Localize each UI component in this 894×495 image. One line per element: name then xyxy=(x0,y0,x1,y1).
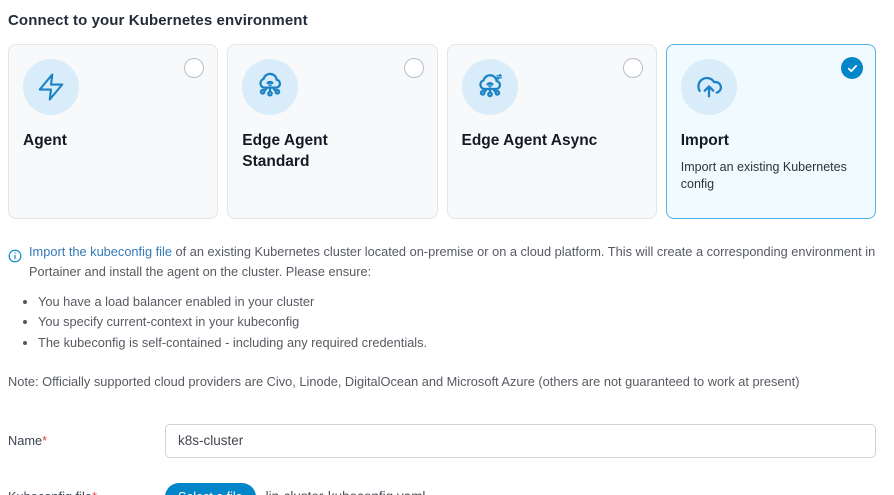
cloud-network-sync-icon xyxy=(462,59,518,115)
kubeconfig-label: Kubeconfig file* xyxy=(8,489,165,495)
list-item: The kubeconfig is self-contained - inclu… xyxy=(38,334,876,353)
info-message: Import the kubeconfig file of an existin… xyxy=(8,242,876,283)
cloud-upload-icon xyxy=(681,59,737,115)
kubeconfig-field-row: Kubeconfig file* Select a file lin-clust… xyxy=(8,483,876,495)
requirements-list: You have a load balancer enabled in your… xyxy=(38,293,876,353)
card-edge-agent-async-label: Edge Agent Async xyxy=(462,131,612,152)
cloud-network-icon xyxy=(242,59,298,115)
page-title: Connect to your Kubernetes environment xyxy=(8,12,876,29)
name-field-row: Name* xyxy=(8,424,876,458)
zap-icon xyxy=(23,59,79,115)
kubeconfig-link[interactable]: Import the kubeconfig file xyxy=(29,244,172,259)
radio-unselected-icon[interactable] xyxy=(184,58,204,78)
radio-unselected-icon[interactable] xyxy=(404,58,424,78)
selected-file-name: lin-cluster-kubeconfig.yaml xyxy=(266,489,426,495)
required-marker: * xyxy=(42,433,47,448)
required-marker: * xyxy=(92,489,97,495)
card-import-label: Import xyxy=(681,131,831,152)
check-icon[interactable] xyxy=(841,57,863,79)
list-item: You have a load balancer enabled in your… xyxy=(38,293,876,312)
list-item: You specify current-context in your kube… xyxy=(38,313,876,332)
card-import[interactable]: Import Import an existing Kubernetes con… xyxy=(666,44,876,219)
connect-environment-panel: Connect to your Kubernetes environment A… xyxy=(0,0,894,495)
info-icon xyxy=(8,249,22,268)
card-agent-label: Agent xyxy=(23,131,173,152)
card-import-description: Import an existing Kubernetes config xyxy=(681,159,861,193)
name-input[interactable] xyxy=(165,424,876,458)
radio-unselected-icon[interactable] xyxy=(623,58,643,78)
card-edge-agent-standard[interactable]: Edge Agent Standard xyxy=(227,44,437,219)
select-file-button[interactable]: Select a file xyxy=(165,483,256,495)
card-edge-agent-async[interactable]: Edge Agent Async xyxy=(447,44,657,219)
card-edge-agent-standard-label: Edge Agent Standard xyxy=(242,131,392,173)
card-agent[interactable]: Agent xyxy=(8,44,218,219)
name-label: Name* xyxy=(8,433,165,448)
info-text: Import the kubeconfig file of an existin… xyxy=(29,242,876,283)
import-form: Name* Kubeconfig file* Select a file lin… xyxy=(8,424,876,495)
environment-type-cards: Agent Edge Agent Standard xyxy=(8,44,876,219)
providers-note: Note: Officially supported cloud provide… xyxy=(8,374,876,389)
